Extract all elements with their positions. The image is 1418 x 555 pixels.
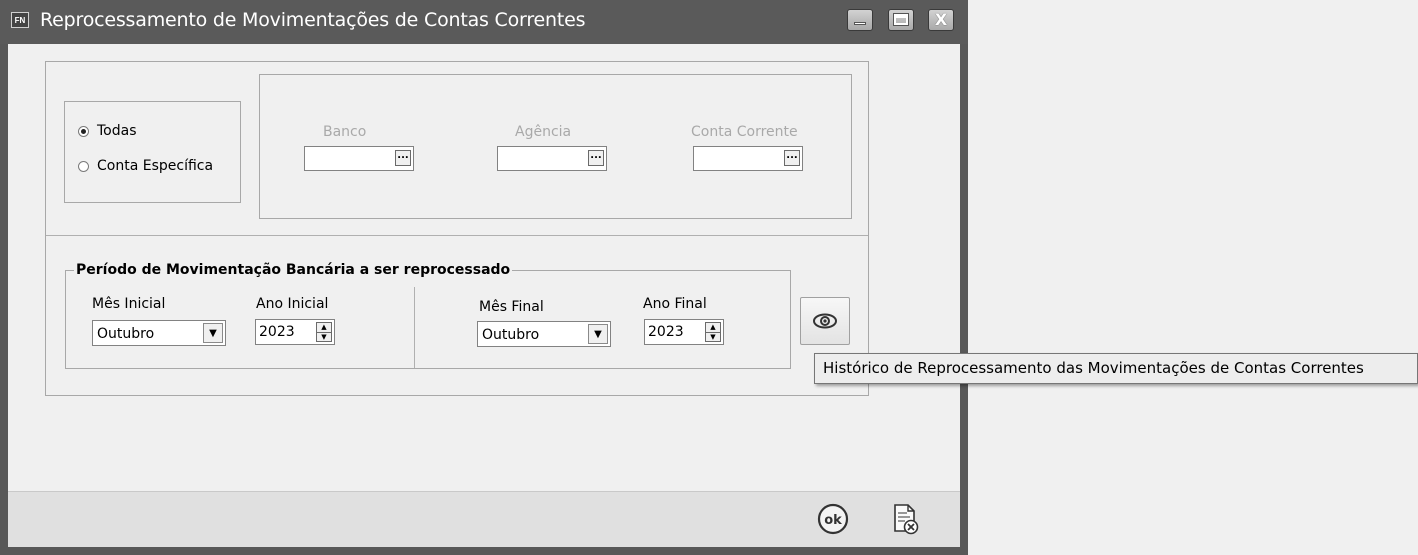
main-window: FN Reprocessamento de Movimentações de C… [0,0,968,555]
end-year-spin-buttons[interactable]: ▲ ▼ [705,322,721,342]
eye-icon [813,313,837,329]
agency-label: Agência [515,124,572,140]
period-title: Período de Movimentação Bancária a ser r… [74,262,513,278]
dialog-footer: ok [8,491,960,547]
client-area: Todas Conta Específica Banco ... Agência… [8,44,960,491]
end-month-label: Mês Final [479,299,544,315]
app-icon: FN [11,12,29,28]
account-label: Conta Corrente [691,124,798,140]
title-bar[interactable]: FN Reprocessamento de Movimentações de C… [0,0,968,44]
chevron-down-icon[interactable]: ▼ [203,323,223,343]
radio-conta-especifica-label: Conta Específica [97,158,214,174]
history-tooltip: Histórico de Reprocessamento das Movimen… [814,353,1418,384]
radio-todas-indicator[interactable] [78,125,89,137]
radio-todas[interactable]: Todas [78,123,137,139]
radio-conta-especifica-indicator[interactable] [78,160,89,172]
minimize-icon [854,22,866,25]
period-separator [414,287,415,368]
start-year-value: 2023 [259,324,295,340]
history-button[interactable] [800,297,850,345]
agency-field[interactable]: ... [497,146,607,171]
maximize-icon [894,14,908,25]
end-month-value: Outubro [482,327,540,343]
start-month-value: Outubro [97,326,155,342]
window-title: Reprocessamento de Movimentações de Cont… [40,9,586,31]
bank-lookup-button[interactable]: ... [395,150,411,166]
end-year-value: 2023 [648,324,684,340]
agency-lookup-button[interactable]: ... [588,150,604,166]
section-divider [46,235,868,236]
start-month-select[interactable]: Outubro ▼ [92,320,226,346]
close-icon: X [934,10,948,29]
end-month-select[interactable]: Outubro ▼ [477,321,611,347]
start-year-label: Ano Inicial [256,296,329,312]
scope-group [64,101,241,203]
svg-text:ok: ok [824,513,842,528]
spin-up-icon[interactable]: ▲ [317,323,331,333]
start-year-spin-buttons[interactable]: ▲ ▼ [316,322,332,342]
start-month-label: Mês Inicial [92,296,166,312]
radio-todas-label: Todas [97,123,137,139]
account-lookup-button[interactable]: ... [784,150,800,166]
spin-down-icon[interactable]: ▼ [706,333,720,342]
maximize-button[interactable] [888,9,914,31]
bank-label: Banco [323,124,367,140]
start-year-spinner[interactable]: 2023 ▲ ▼ [255,319,335,345]
spin-up-icon[interactable]: ▲ [706,323,720,333]
end-year-spinner[interactable]: 2023 ▲ ▼ [644,319,724,345]
minimize-button[interactable] [847,9,873,31]
chevron-down-icon[interactable]: ▼ [588,324,608,344]
radio-conta-especifica[interactable]: Conta Específica [78,158,213,174]
cancel-document-icon[interactable] [888,502,922,536]
account-field[interactable]: ... [693,146,803,171]
spin-down-icon[interactable]: ▼ [317,333,331,342]
ok-icon[interactable]: ok [816,502,850,536]
bank-field[interactable]: ... [304,146,414,171]
close-button[interactable]: X [928,9,954,31]
end-year-label: Ano Final [643,296,707,312]
